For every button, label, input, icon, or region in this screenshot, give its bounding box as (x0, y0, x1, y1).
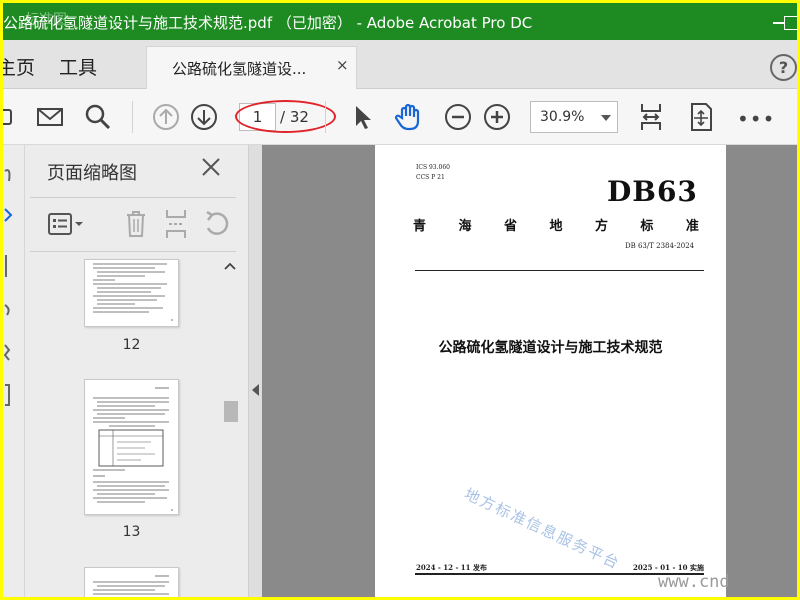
chevron-down-icon (601, 115, 611, 121)
panel-divider (30, 251, 236, 252)
close-tab-icon[interactable]: × (336, 56, 349, 74)
next-page-icon[interactable] (188, 101, 220, 133)
acrobat-window: 公路硫化氢隧道设计与施工技术规范.pdf （已加密） - Adobe Acrob… (3, 3, 797, 597)
rotate-page-icon[interactable] (199, 207, 233, 241)
search-icon[interactable] (82, 101, 114, 133)
print-icon[interactable] (3, 101, 15, 133)
window-title: 公路硫化氢隧道设计与施工技术规范.pdf （已加密） - Adobe Acrob… (3, 14, 533, 32)
standard-type-char: 准 (685, 219, 699, 234)
fit-width-icon[interactable] (635, 101, 667, 133)
zoom-select[interactable]: 30.9% (530, 101, 618, 133)
document-view[interactable]: ICS 93.060 CCS P 21 DB63 青 海 省 地 方 标 准 D… (262, 145, 797, 597)
more-options-icon[interactable]: ••• (737, 107, 775, 131)
email-icon[interactable] (34, 101, 66, 133)
scrollbar-thumb[interactable] (224, 401, 238, 422)
select-cursor-icon[interactable] (346, 101, 378, 133)
fit-page-icon[interactable] (685, 101, 717, 133)
standard-type-char: 方 (594, 219, 608, 234)
standard-type-char: 青 (413, 219, 427, 234)
insert-page-icon[interactable] (159, 207, 193, 241)
toolbar-separator (325, 101, 326, 133)
navigation-pane-strip (3, 145, 25, 597)
collapse-arrow-icon[interactable] (252, 384, 259, 396)
help-icon[interactable]: ? (770, 54, 797, 81)
thumbnail-label: 13 (122, 524, 141, 540)
previous-page-icon[interactable] (150, 101, 182, 133)
close-panel-icon[interactable] (199, 155, 223, 179)
standard-code: DB63 (607, 175, 698, 208)
thumbnail-label: 12 (122, 337, 141, 353)
standard-type-char: 标 (640, 219, 654, 234)
pdf-page: ICS 93.060 CCS P 21 DB63 青 海 省 地 方 标 准 D… (375, 145, 726, 597)
page-thumbnail-14[interactable] (84, 567, 179, 597)
standard-type-char: 海 (458, 219, 472, 234)
watermark-text: 地方标准信息服务平台 (461, 484, 624, 573)
corner-watermark: 标准图 (25, 12, 67, 28)
site-watermark: www.cnd (658, 572, 730, 592)
scroll-up-icon[interactable] (224, 261, 236, 273)
red-annotation-ellipse (235, 100, 336, 133)
document-tab-label: 公路硫化氢隧道设... (172, 60, 307, 78)
ics-code: ICS 93.060 (416, 164, 450, 171)
page-thumbnail-12[interactable] (84, 259, 179, 327)
ccs-code: CCS P 21 (416, 174, 445, 181)
maximize-button[interactable] (781, 3, 797, 40)
thumbnail-scrollbar[interactable] (221, 259, 239, 597)
panel-collapse-divider[interactable] (248, 145, 262, 597)
standard-type-char: 省 (503, 219, 517, 234)
zoom-in-icon[interactable] (481, 101, 513, 133)
zoom-out-icon[interactable] (442, 101, 474, 133)
document-title: 公路硫化氢隧道设计与施工技术规范 (438, 340, 663, 356)
tab-bar: 主页 工具 公路硫化氢隧道设... × ? (3, 40, 797, 90)
document-tab[interactable]: 公路硫化氢隧道设... × (146, 46, 357, 90)
panel-divider (30, 197, 236, 198)
page-thumbnail-13[interactable] (84, 379, 179, 515)
delete-page-icon[interactable] (119, 207, 153, 241)
title-bar: 公路硫化氢隧道设计与施工技术规范.pdf （已加密） - Adobe Acrob… (3, 3, 797, 40)
toolbar-separator (132, 101, 133, 133)
standard-type-char: 地 (549, 219, 563, 234)
standard-type: 青 海 省 地 方 标 准 (413, 215, 699, 234)
standard-number: DB 63/T 2384-2024 (625, 242, 695, 250)
toolbar: 1 / 32 30.9% ••• (3, 89, 797, 145)
hand-tool-icon[interactable] (393, 101, 425, 133)
zoom-value: 30.9% (540, 109, 585, 125)
page-thumbnails-panel: 页面缩略图 12 13 (25, 145, 248, 597)
publish-date: 2024 - 12 - 11 发布 (416, 563, 487, 572)
panel-title: 页面缩略图 (47, 163, 137, 184)
nav-home[interactable]: 主页 (3, 53, 35, 80)
thumbnail-options-icon[interactable] (47, 207, 91, 241)
nav-tools[interactable]: 工具 (59, 53, 97, 80)
header-rule (415, 270, 704, 271)
